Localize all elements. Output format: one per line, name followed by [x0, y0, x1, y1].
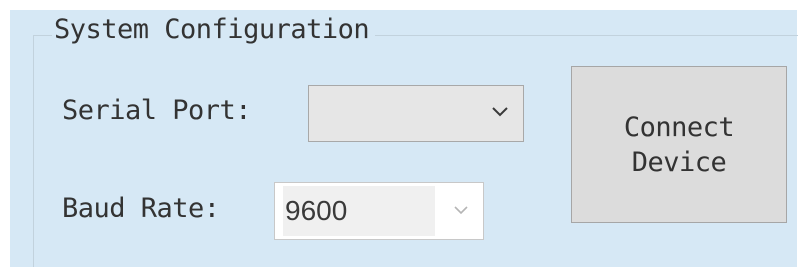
- serial-port-label: Serial Port:: [62, 95, 252, 126]
- baud-rate-combobox[interactable]: 9600: [274, 182, 484, 240]
- serial-port-combobox[interactable]: [308, 85, 524, 142]
- chevron-down-icon[interactable]: [489, 100, 511, 122]
- connect-button-line1: Connect: [623, 111, 735, 143]
- groupbox-title: System Configuration: [52, 13, 376, 47]
- chevron-down-icon[interactable]: [451, 200, 471, 220]
- connect-device-button[interactable]: Connect Device: [571, 66, 787, 223]
- baud-rate-label: Baud Rate:: [62, 193, 220, 224]
- baud-rate-value[interactable]: 9600: [283, 186, 435, 236]
- connect-button-line2: Device: [631, 146, 727, 178]
